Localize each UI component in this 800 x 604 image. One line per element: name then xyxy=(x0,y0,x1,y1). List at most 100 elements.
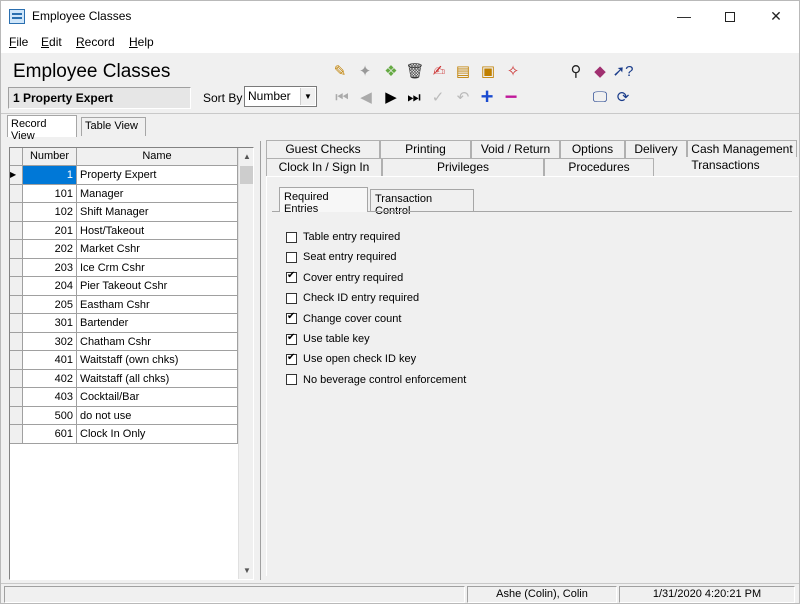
help-cursor-icon[interactable]: ➚? xyxy=(613,61,634,81)
copy-icon[interactable]: ❖ xyxy=(381,61,401,81)
cell-number[interactable]: 203 xyxy=(23,258,77,277)
grid-scrollbar[interactable]: ▲ ▼ xyxy=(238,148,253,579)
menu-record[interactable]: Record xyxy=(76,35,115,49)
cell-number[interactable]: 102 xyxy=(23,203,77,222)
checkbox[interactable] xyxy=(286,231,297,243)
table-row[interactable]: 403 Cocktail/Bar xyxy=(10,388,238,407)
menu-help[interactable]: Help xyxy=(129,35,154,49)
cell-name[interactable]: Eastham Cshr xyxy=(77,295,238,314)
cell-name[interactable]: Ice Crm Cshr xyxy=(77,258,238,277)
cell-name[interactable]: Market Cshr xyxy=(77,240,238,259)
refresh-icon[interactable]: ⟳ xyxy=(613,87,633,107)
checkbox[interactable] xyxy=(286,352,297,365)
tab-table-view[interactable]: Table View xyxy=(81,117,146,136)
subtab-transaction-control[interactable]: Transaction Control xyxy=(370,189,474,217)
row-selector[interactable] xyxy=(10,184,23,203)
cell-name[interactable]: do not use xyxy=(77,406,238,425)
table-row[interactable]: 205 Eastham Cshr xyxy=(10,295,238,314)
check-icon[interactable]: ✓ xyxy=(428,87,448,107)
table-row[interactable]: ▶ 1 Property Expert xyxy=(10,166,238,185)
cell-number[interactable]: 403 xyxy=(23,388,77,407)
maximize-button[interactable] xyxy=(707,1,753,32)
table-row[interactable]: 601 Clock In Only xyxy=(10,425,238,444)
row-selector[interactable] xyxy=(10,258,23,277)
cell-number[interactable]: 301 xyxy=(23,314,77,333)
cell-name[interactable]: Bartender xyxy=(77,314,238,333)
row-selector[interactable] xyxy=(10,332,23,351)
cell-number[interactable]: 401 xyxy=(23,351,77,370)
table-row[interactable]: 202 Market Cshr xyxy=(10,240,238,259)
option-checkbox-row[interactable]: No beverage control enforcement xyxy=(286,372,466,388)
cell-name[interactable]: Waitstaff (own chks) xyxy=(77,351,238,370)
edit-icon[interactable]: ✍ xyxy=(429,61,449,81)
tab-options[interactable]: Options xyxy=(560,140,625,158)
cell-number[interactable]: 202 xyxy=(23,240,77,259)
table-row[interactable]: 301 Bartender xyxy=(10,314,238,333)
cell-number[interactable]: 402 xyxy=(23,369,77,388)
new-record-icon[interactable]: ✎ xyxy=(330,61,350,81)
first-icon[interactable]: ⏮ xyxy=(332,87,352,107)
scroll-thumb[interactable] xyxy=(240,166,253,184)
checkbox[interactable] xyxy=(286,251,297,263)
row-selector[interactable] xyxy=(10,277,23,296)
add-plus-icon[interactable]: + xyxy=(477,86,497,108)
row-selector[interactable] xyxy=(10,314,23,333)
menu-file[interactable]: File xyxy=(9,35,28,49)
row-selector[interactable] xyxy=(10,295,23,314)
find-icon[interactable]: ⚲ xyxy=(566,61,586,81)
row-selector[interactable] xyxy=(10,240,23,259)
table-row[interactable]: 401 Waitstaff (own chks) xyxy=(10,351,238,370)
cell-number[interactable]: 601 xyxy=(23,425,77,444)
cell-number[interactable]: 201 xyxy=(23,221,77,240)
cell-name[interactable]: Manager xyxy=(77,184,238,203)
option-checkbox-row[interactable]: Use open check ID key xyxy=(286,351,416,367)
book-icon[interactable]: ◆ xyxy=(590,61,610,81)
checkbox[interactable] xyxy=(286,270,297,284)
tab-printing[interactable]: Printing xyxy=(380,140,471,158)
cell-name[interactable]: Pier Takeout Cshr xyxy=(77,277,238,296)
cell-name[interactable]: Waitstaff (all chks) xyxy=(77,369,238,388)
tab-record-view[interactable]: Record View xyxy=(7,115,77,142)
tab-privileges[interactable]: Privileges xyxy=(382,158,544,176)
tab-void-return[interactable]: Void / Return xyxy=(471,140,560,158)
table-row[interactable]: 302 Chatham Cshr xyxy=(10,332,238,351)
option-checkbox-row[interactable]: Change cover count xyxy=(286,311,401,327)
menu-edit[interactable]: Edit xyxy=(41,35,62,49)
row-selector[interactable] xyxy=(10,369,23,388)
table-row[interactable]: 203 Ice Crm Cshr xyxy=(10,258,238,277)
computer-icon[interactable]: 🖵 xyxy=(590,87,610,107)
cell-name[interactable]: Cocktail/Bar xyxy=(77,388,238,407)
cell-name[interactable]: Property Expert xyxy=(77,166,238,185)
column-header-name[interactable]: Name xyxy=(77,148,238,166)
table-row[interactable]: 500 do not use xyxy=(10,406,238,425)
delete-icon[interactable]: 🗑 xyxy=(405,61,425,81)
row-selector[interactable] xyxy=(10,221,23,240)
print-icon[interactable]: ▤ xyxy=(453,61,473,81)
minimize-button[interactable]: — xyxy=(661,1,707,32)
add-icon[interactable]: ✦ xyxy=(355,61,375,81)
cell-number[interactable]: 302 xyxy=(23,332,77,351)
prev-icon[interactable]: ◀ xyxy=(356,87,376,107)
scroll-up-icon[interactable]: ▲ xyxy=(239,148,253,165)
tab-guest-checks[interactable]: Guest Checks xyxy=(266,140,380,158)
row-selector[interactable]: ▶ xyxy=(10,166,23,185)
table-row[interactable]: 402 Waitstaff (all chks) xyxy=(10,369,238,388)
pane-splitter[interactable] xyxy=(260,141,261,580)
checkbox[interactable] xyxy=(286,292,297,304)
tab-transactions[interactable]: Transactions xyxy=(654,157,797,175)
cell-number[interactable]: 204 xyxy=(23,277,77,296)
option-checkbox-row[interactable]: Cover entry required xyxy=(286,270,403,286)
table-row[interactable]: 102 Shift Manager xyxy=(10,203,238,222)
last-icon[interactable]: ⏭ xyxy=(404,87,424,107)
row-selector[interactable] xyxy=(10,406,23,425)
remove-minus-icon[interactable]: − xyxy=(501,86,521,108)
row-selector[interactable] xyxy=(10,388,23,407)
cell-number[interactable]: 101 xyxy=(23,184,77,203)
checkbox[interactable] xyxy=(286,332,297,345)
cell-number[interactable]: 1 xyxy=(23,166,77,185)
cell-name[interactable]: Shift Manager xyxy=(77,203,238,222)
option-checkbox-row[interactable]: Seat entry required xyxy=(286,249,397,265)
option-checkbox-row[interactable]: Table entry required xyxy=(286,229,400,245)
cell-name[interactable]: Host/Takeout xyxy=(77,221,238,240)
checkbox[interactable] xyxy=(286,374,297,386)
